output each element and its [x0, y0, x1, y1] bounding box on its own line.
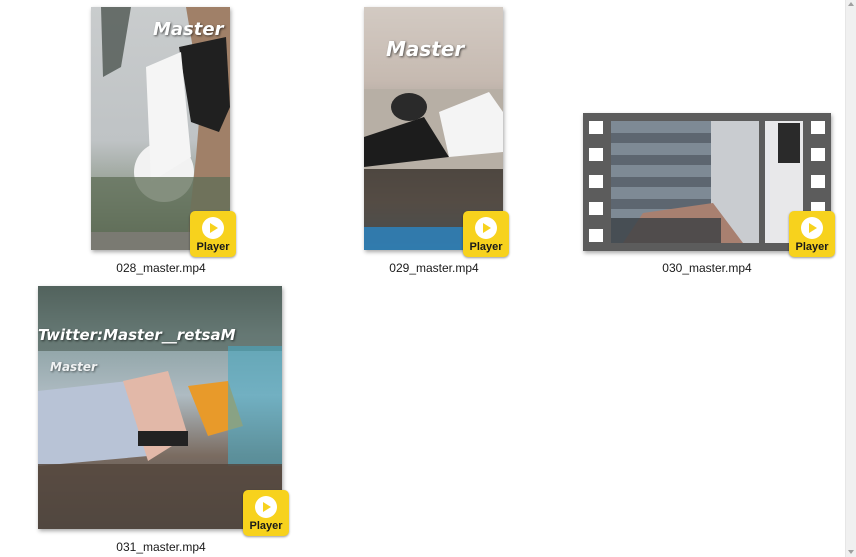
player-label: Player [469, 241, 503, 253]
scroll-up-arrow-icon[interactable] [848, 2, 854, 6]
file-name[interactable]: 030_master.mp4 [646, 261, 768, 275]
player-badge[interactable]: Player [190, 211, 236, 257]
sprocket-hole [589, 175, 603, 188]
player-label: Player [249, 520, 283, 532]
sprocket-hole [589, 148, 603, 161]
file-name[interactable]: 028_master.mp4 [100, 261, 222, 275]
play-icon [202, 217, 224, 239]
player-badge[interactable]: Player [463, 211, 509, 257]
sprocket-hole [589, 121, 603, 134]
scroll-down-arrow-icon[interactable] [848, 550, 854, 554]
play-icon [255, 496, 277, 518]
player-badge[interactable]: Player [243, 490, 289, 536]
file-name[interactable]: 031_master.mp4 [100, 540, 222, 554]
play-icon [801, 217, 823, 239]
sprocket-hole [811, 175, 825, 188]
player-badge[interactable]: Player [789, 211, 835, 257]
file-name[interactable]: 029_master.mp4 [373, 261, 495, 275]
sprocket-hole [589, 229, 603, 242]
thumbnail-watermark: Master [50, 360, 97, 374]
thumbnail-watermark: Master [386, 37, 465, 61]
sprocket-hole [589, 202, 603, 215]
vertical-scrollbar[interactable] [845, 0, 856, 557]
player-label: Player [795, 241, 829, 253]
thumbnail-watermark-top: Twitter:Master__retsaM [38, 326, 236, 344]
play-icon [475, 217, 497, 239]
sprocket-hole [811, 148, 825, 161]
player-label: Player [196, 241, 230, 253]
sprocket-hole [811, 121, 825, 134]
thumbnail-watermark: Master [153, 19, 224, 40]
